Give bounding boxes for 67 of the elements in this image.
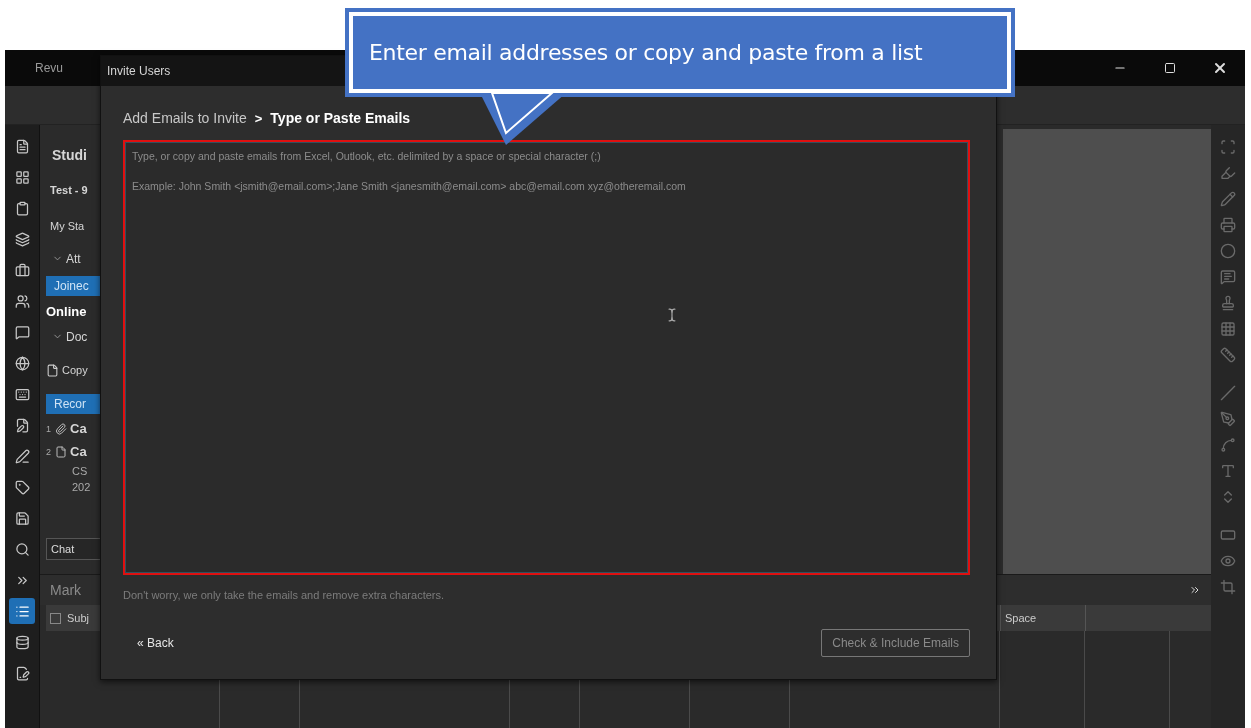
- column-label: Subj: [67, 612, 90, 624]
- comment-icon: [14, 324, 30, 340]
- document-name[interactable]: Copy: [62, 364, 88, 376]
- edit-document-icon: [14, 417, 30, 433]
- dialog-title: Invite Users: [107, 64, 171, 78]
- circle-icon[interactable]: [1220, 243, 1236, 259]
- session-name: Test - 9: [50, 184, 88, 196]
- back-button[interactable]: « Back: [135, 632, 176, 654]
- section-label: Att: [66, 251, 81, 266]
- database-icon: [14, 634, 30, 650]
- stamp-icon[interactable]: [1220, 295, 1236, 311]
- rectangle-icon[interactable]: [1220, 527, 1236, 543]
- record-detail: CS: [72, 465, 88, 477]
- record-number: 1: [46, 423, 52, 434]
- section-label: Doc: [66, 329, 88, 344]
- document-icon: [46, 363, 59, 377]
- breadcrumb-item[interactable]: Type or Paste Emails: [270, 110, 411, 126]
- grid-icon: [14, 169, 30, 185]
- checkbox[interactable]: [50, 612, 61, 624]
- layers-icon: [14, 231, 30, 247]
- curve-icon[interactable]: [1220, 437, 1236, 453]
- session-detail: My Sta: [50, 219, 85, 232]
- tag-icon: [14, 479, 30, 495]
- document-icon: [14, 138, 30, 154]
- form-icon: [14, 665, 30, 681]
- breadcrumb-item[interactable]: Add Emails to Invite: [123, 110, 247, 126]
- breadcrumb-separator: >: [254, 110, 263, 126]
- briefcase-icon: [14, 262, 30, 278]
- maximize-icon: [1164, 62, 1176, 74]
- select-icon[interactable]: [1220, 139, 1236, 155]
- line-icon[interactable]: [1220, 385, 1236, 401]
- ruler-icon[interactable]: [1220, 347, 1236, 363]
- record-title[interactable]: Ca: [70, 421, 87, 436]
- panel-title: Mark: [50, 582, 82, 598]
- search-icon: [14, 541, 30, 557]
- pencil-icon[interactable]: [1220, 191, 1236, 207]
- session-status: Online: [46, 303, 87, 319]
- list-tool[interactable]: [9, 598, 35, 624]
- list-icon: [14, 603, 30, 619]
- expand-icon[interactable]: [1189, 584, 1201, 596]
- keyboard-icon: [14, 386, 30, 402]
- clipboard-icon: [14, 200, 30, 216]
- save-icon: [14, 510, 30, 526]
- grid-icon[interactable]: [1220, 321, 1236, 337]
- callout-text: Enter email addresses or copy and paste from a list: [353, 16, 1007, 89]
- app-title: Revu: [35, 61, 63, 75]
- note-icon[interactable]: [1220, 269, 1236, 285]
- close-icon: [1212, 60, 1228, 76]
- column-label: Space: [1005, 612, 1037, 624]
- panel-title: Studi: [52, 146, 87, 163]
- text-icon[interactable]: [1220, 463, 1236, 479]
- pen-tool-icon[interactable]: [1220, 411, 1236, 427]
- paperclip-icon: [55, 422, 67, 435]
- hint-text: Don't worry, we only take the emails and remove extra characters.: [123, 589, 446, 601]
- highlighter-icon[interactable]: [1220, 165, 1236, 181]
- email-input[interactable]: Type, or copy and paste emails from Excel, Outlook, etc. delimited by a space or special character (;) Example: John Smith <jsmith@email.com>;Jane Smith <janesmith@email.com> abc@email.com xyz@otheremail.com: [125, 142, 968, 573]
- record-number: 2: [46, 446, 52, 457]
- crop-icon[interactable]: [1220, 579, 1236, 595]
- users-icon: [14, 293, 30, 309]
- record-detail: 202: [72, 481, 91, 493]
- column-header[interactable]: Space: [1001, 605, 1086, 631]
- globe-icon: [14, 355, 30, 371]
- pen-icon: [14, 448, 30, 464]
- record-title[interactable]: Ca: [70, 444, 87, 459]
- printer-icon[interactable]: [1220, 217, 1236, 233]
- document-icon: [55, 445, 67, 458]
- eye-icon[interactable]: [1220, 553, 1236, 569]
